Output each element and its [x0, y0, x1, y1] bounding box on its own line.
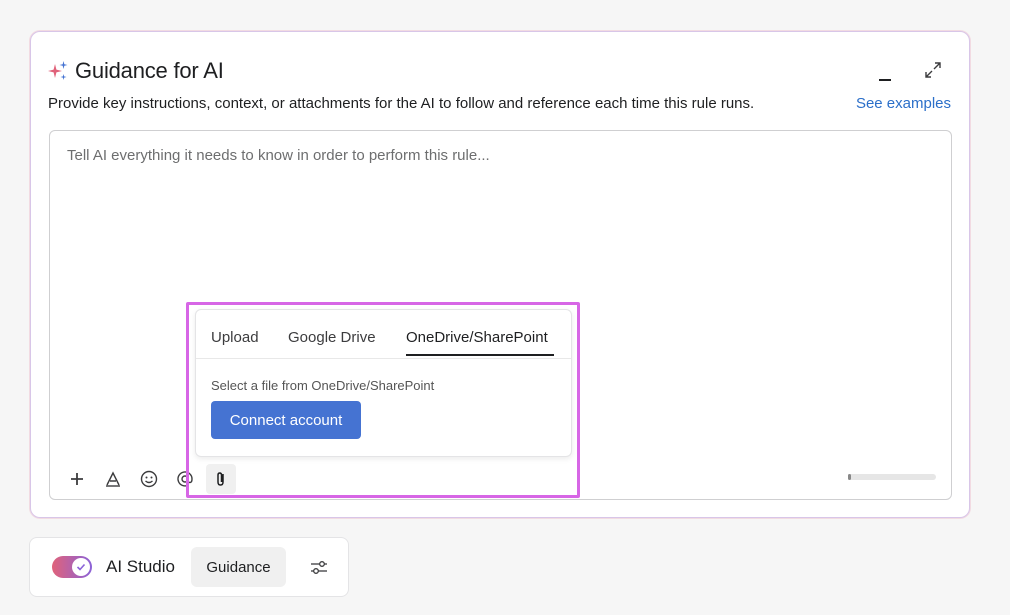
emoji-icon — [140, 470, 158, 488]
sliders-icon — [311, 561, 327, 574]
expand-icon — [925, 62, 941, 78]
check-icon — [76, 563, 86, 571]
tab-onedrive-sharepoint[interactable]: OneDrive/SharePoint — [406, 329, 548, 346]
mention-icon — [177, 471, 193, 487]
see-examples-link[interactable]: See examples — [856, 95, 951, 112]
ai-studio-toggle[interactable] — [52, 556, 92, 578]
attachment-button[interactable] — [206, 464, 236, 494]
add-button[interactable] — [62, 464, 92, 494]
minimize-button[interactable] — [871, 62, 899, 90]
format-text-button[interactable] — [98, 464, 128, 494]
plus-icon — [71, 473, 83, 485]
guidance-button[interactable]: Guidance — [191, 547, 286, 587]
attachment-icon — [217, 472, 224, 486]
panel-title: Guidance for AI — [75, 58, 224, 83]
expand-button[interactable] — [919, 56, 947, 84]
format-text-icon — [106, 471, 120, 487]
emoji-button[interactable] — [134, 464, 164, 494]
ai-studio-label: AI Studio — [106, 557, 175, 576]
panel-header: Guidance for AI — [47, 58, 224, 84]
attachment-source-tabs: Upload Google Drive OneDrive/SharePoint — [196, 310, 571, 359]
panel-description: Provide key instructions, context, or at… — [48, 95, 755, 112]
sparkle-icon — [48, 61, 68, 80]
settings-button[interactable] — [306, 554, 332, 580]
active-tab-indicator — [406, 354, 554, 356]
tab-google-drive[interactable]: Google Drive — [288, 329, 376, 346]
tab-upload[interactable]: Upload — [211, 329, 259, 346]
mention-button[interactable] — [170, 464, 200, 494]
connect-account-button[interactable]: Connect account — [211, 401, 361, 439]
editor-toolbar — [62, 464, 236, 494]
ai-studio-bar: AI Studio Guidance — [29, 537, 349, 597]
attachment-popover: Upload Google Drive OneDrive/SharePoint … — [195, 309, 572, 457]
minimize-icon — [879, 79, 891, 81]
editor-placeholder: Tell AI everything it needs to know in o… — [67, 147, 490, 164]
toggle-knob — [72, 558, 90, 576]
onedrive-prompt: Select a file from OneDrive/SharePoint — [211, 378, 435, 393]
editor-scrollbar[interactable] — [848, 474, 936, 480]
